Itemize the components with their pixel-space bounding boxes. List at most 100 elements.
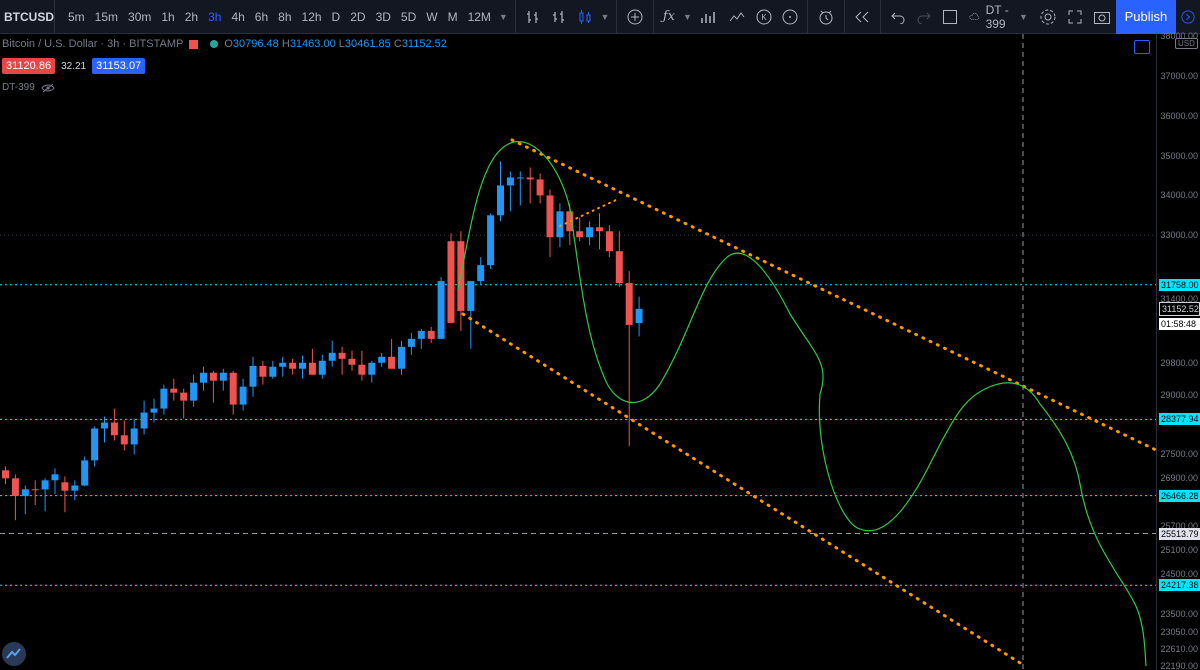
level-label-countdown[interactable]: 01:58:48	[1159, 317, 1200, 330]
bar-style-icon[interactable]	[520, 0, 546, 34]
timeframe-list: 5m 15m 30m 1h 2h 3h 4h 6h 8h 12h D 2D 3D 5D W M 12M	[55, 0, 496, 34]
price-tick: 33000.00	[1160, 230, 1198, 241]
candle-body	[2, 470, 9, 479]
timeframe-3h[interactable]: 3h	[203, 0, 226, 34]
candle-body	[506, 177, 514, 186]
undo-icon[interactable]	[885, 0, 911, 34]
symbol-search[interactable]: BTCUSD	[0, 0, 55, 34]
candle-body	[318, 360, 326, 375]
indicator-name[interactable]: DT-399	[2, 82, 35, 93]
financials-icon[interactable]	[723, 0, 751, 34]
chart-legend: Bitcoin / U.S. Dollar · 3h · BITSTAMP O3…	[2, 38, 447, 50]
price-chart[interactable]	[0, 34, 1156, 670]
timeframe-D[interactable]: D	[327, 0, 346, 34]
candle-body	[556, 211, 564, 238]
candle-body	[338, 352, 346, 359]
candle-body	[259, 365, 267, 377]
bell-icon[interactable]	[1176, 0, 1200, 34]
candle-body	[110, 422, 118, 436]
level-label-l3[interactable]: 26466.28	[1159, 489, 1200, 502]
candle-body	[239, 386, 247, 405]
timeframe-6h[interactable]: 6h	[250, 0, 273, 34]
replay-icon[interactable]	[848, 0, 876, 34]
candle-body	[31, 489, 39, 491]
price-tick: 38000.00	[1160, 31, 1198, 41]
indicators-icon[interactable]	[695, 0, 723, 34]
k-icon[interactable]: K	[751, 0, 777, 34]
fx-icon[interactable]: ƒx	[658, 0, 680, 34]
level-label-crosshair[interactable]: 25513.79	[1159, 527, 1200, 540]
price-scale[interactable]: USD 38000.00 37000.00 36000.00 35000.00 3400…	[1156, 31, 1200, 670]
divider	[880, 0, 881, 34]
layout-selector[interactable]: DT - 399 ▼	[963, 0, 1034, 34]
candle-body	[91, 428, 99, 461]
publish-button[interactable]: Publish	[1115, 0, 1177, 34]
price-tick: 29000.00	[1160, 389, 1198, 400]
candle-body	[150, 408, 158, 413]
fullscreen-icon[interactable]	[1062, 0, 1088, 34]
eye-hidden-icon[interactable]	[41, 83, 55, 93]
compare-icon[interactable]	[621, 0, 649, 34]
market-status-icon	[210, 40, 219, 48]
candle-body	[417, 330, 425, 339]
price-tick: 27500.00	[1160, 449, 1198, 460]
timeframe-M[interactable]: M	[443, 0, 463, 34]
camera-icon[interactable]	[1088, 0, 1116, 34]
price-tick: 22610.00	[1160, 644, 1198, 655]
redo-icon[interactable]	[911, 0, 937, 34]
timeframe-5D[interactable]: 5D	[396, 0, 421, 34]
timeframe-30m[interactable]: 30m	[123, 0, 156, 34]
candle-style-icon[interactable]	[572, 0, 598, 34]
timeframe-8h[interactable]: 8h	[273, 0, 296, 34]
timeframe-2h[interactable]: 2h	[180, 0, 203, 34]
level-label-l2[interactable]: 28377.94	[1159, 413, 1200, 426]
candle-body	[586, 227, 594, 238]
timeframe-4h[interactable]: 4h	[226, 0, 249, 34]
buy-price[interactable]: 31153.07	[92, 58, 146, 74]
timeframe-12h[interactable]: 12h	[297, 0, 327, 34]
close-value: 31152.52	[401, 38, 447, 50]
hl-bars-icon[interactable]	[546, 0, 572, 34]
timeframe-15m[interactable]: 15m	[90, 0, 123, 34]
chart-style-dropdown-icon[interactable]: ▼	[598, 0, 613, 34]
dot-icon[interactable]	[777, 0, 803, 34]
candle-body	[269, 366, 277, 377]
settings-icon[interactable]	[1034, 0, 1062, 34]
timeframe-dropdown-icon[interactable]: ▼	[496, 0, 511, 34]
candle-body	[378, 356, 386, 363]
flag-icon[interactable]	[189, 39, 199, 49]
level-label-l4[interactable]: 24217.38	[1159, 579, 1200, 592]
candle-body	[497, 185, 504, 216]
timeframe-2D[interactable]: 2D	[345, 0, 370, 34]
select-layout-icon[interactable]	[937, 0, 963, 34]
price-tick: 37000.00	[1160, 70, 1198, 81]
price-tick: 25100.00	[1160, 545, 1198, 556]
candle-body	[487, 215, 495, 266]
price-tick: 22190.00	[1160, 661, 1198, 670]
candle-body	[219, 372, 227, 381]
timeframe-1h[interactable]: 1h	[156, 0, 179, 34]
candle-body	[615, 251, 623, 284]
scale-settings-button[interactable]	[1134, 40, 1150, 54]
timeframe-W[interactable]: W	[421, 0, 442, 34]
candle-body	[526, 177, 534, 180]
lower-trendline	[461, 312, 1027, 668]
alert-icon[interactable]	[812, 0, 840, 34]
svg-text:K: K	[761, 13, 767, 22]
candle-body	[328, 352, 336, 361]
indicators-dropdown-icon[interactable]: ▼	[680, 0, 695, 34]
candle-body	[635, 308, 643, 324]
timeframe-5m[interactable]: 5m	[63, 0, 90, 34]
candle-body	[596, 227, 603, 232]
bid-ask-row: 31120.86 32.21 31153.07	[2, 58, 146, 74]
timeframe-3D[interactable]: 3D	[371, 0, 396, 34]
ohlc-values: O30796.48 H31463.00 L30461.85 C31152.52	[224, 38, 447, 50]
sell-price[interactable]: 31120.86	[2, 58, 56, 74]
candle-body	[625, 283, 633, 325]
timeframe-12M[interactable]: 12M	[463, 0, 496, 34]
level-label-price[interactable]: 31152.52	[1159, 301, 1200, 316]
symbol-title[interactable]: Bitcoin / U.S. Dollar · 3h · BITSTAMP	[2, 38, 183, 50]
level-label-l1[interactable]: 31758.00	[1159, 278, 1200, 291]
tradingview-logo-icon[interactable]	[2, 642, 26, 666]
top-toolbar: BTCUSD 5m 15m 30m 1h 2h 3h 4h 6h 8h 12h D 2D 3D 5D W M 1…	[0, 0, 1200, 34]
